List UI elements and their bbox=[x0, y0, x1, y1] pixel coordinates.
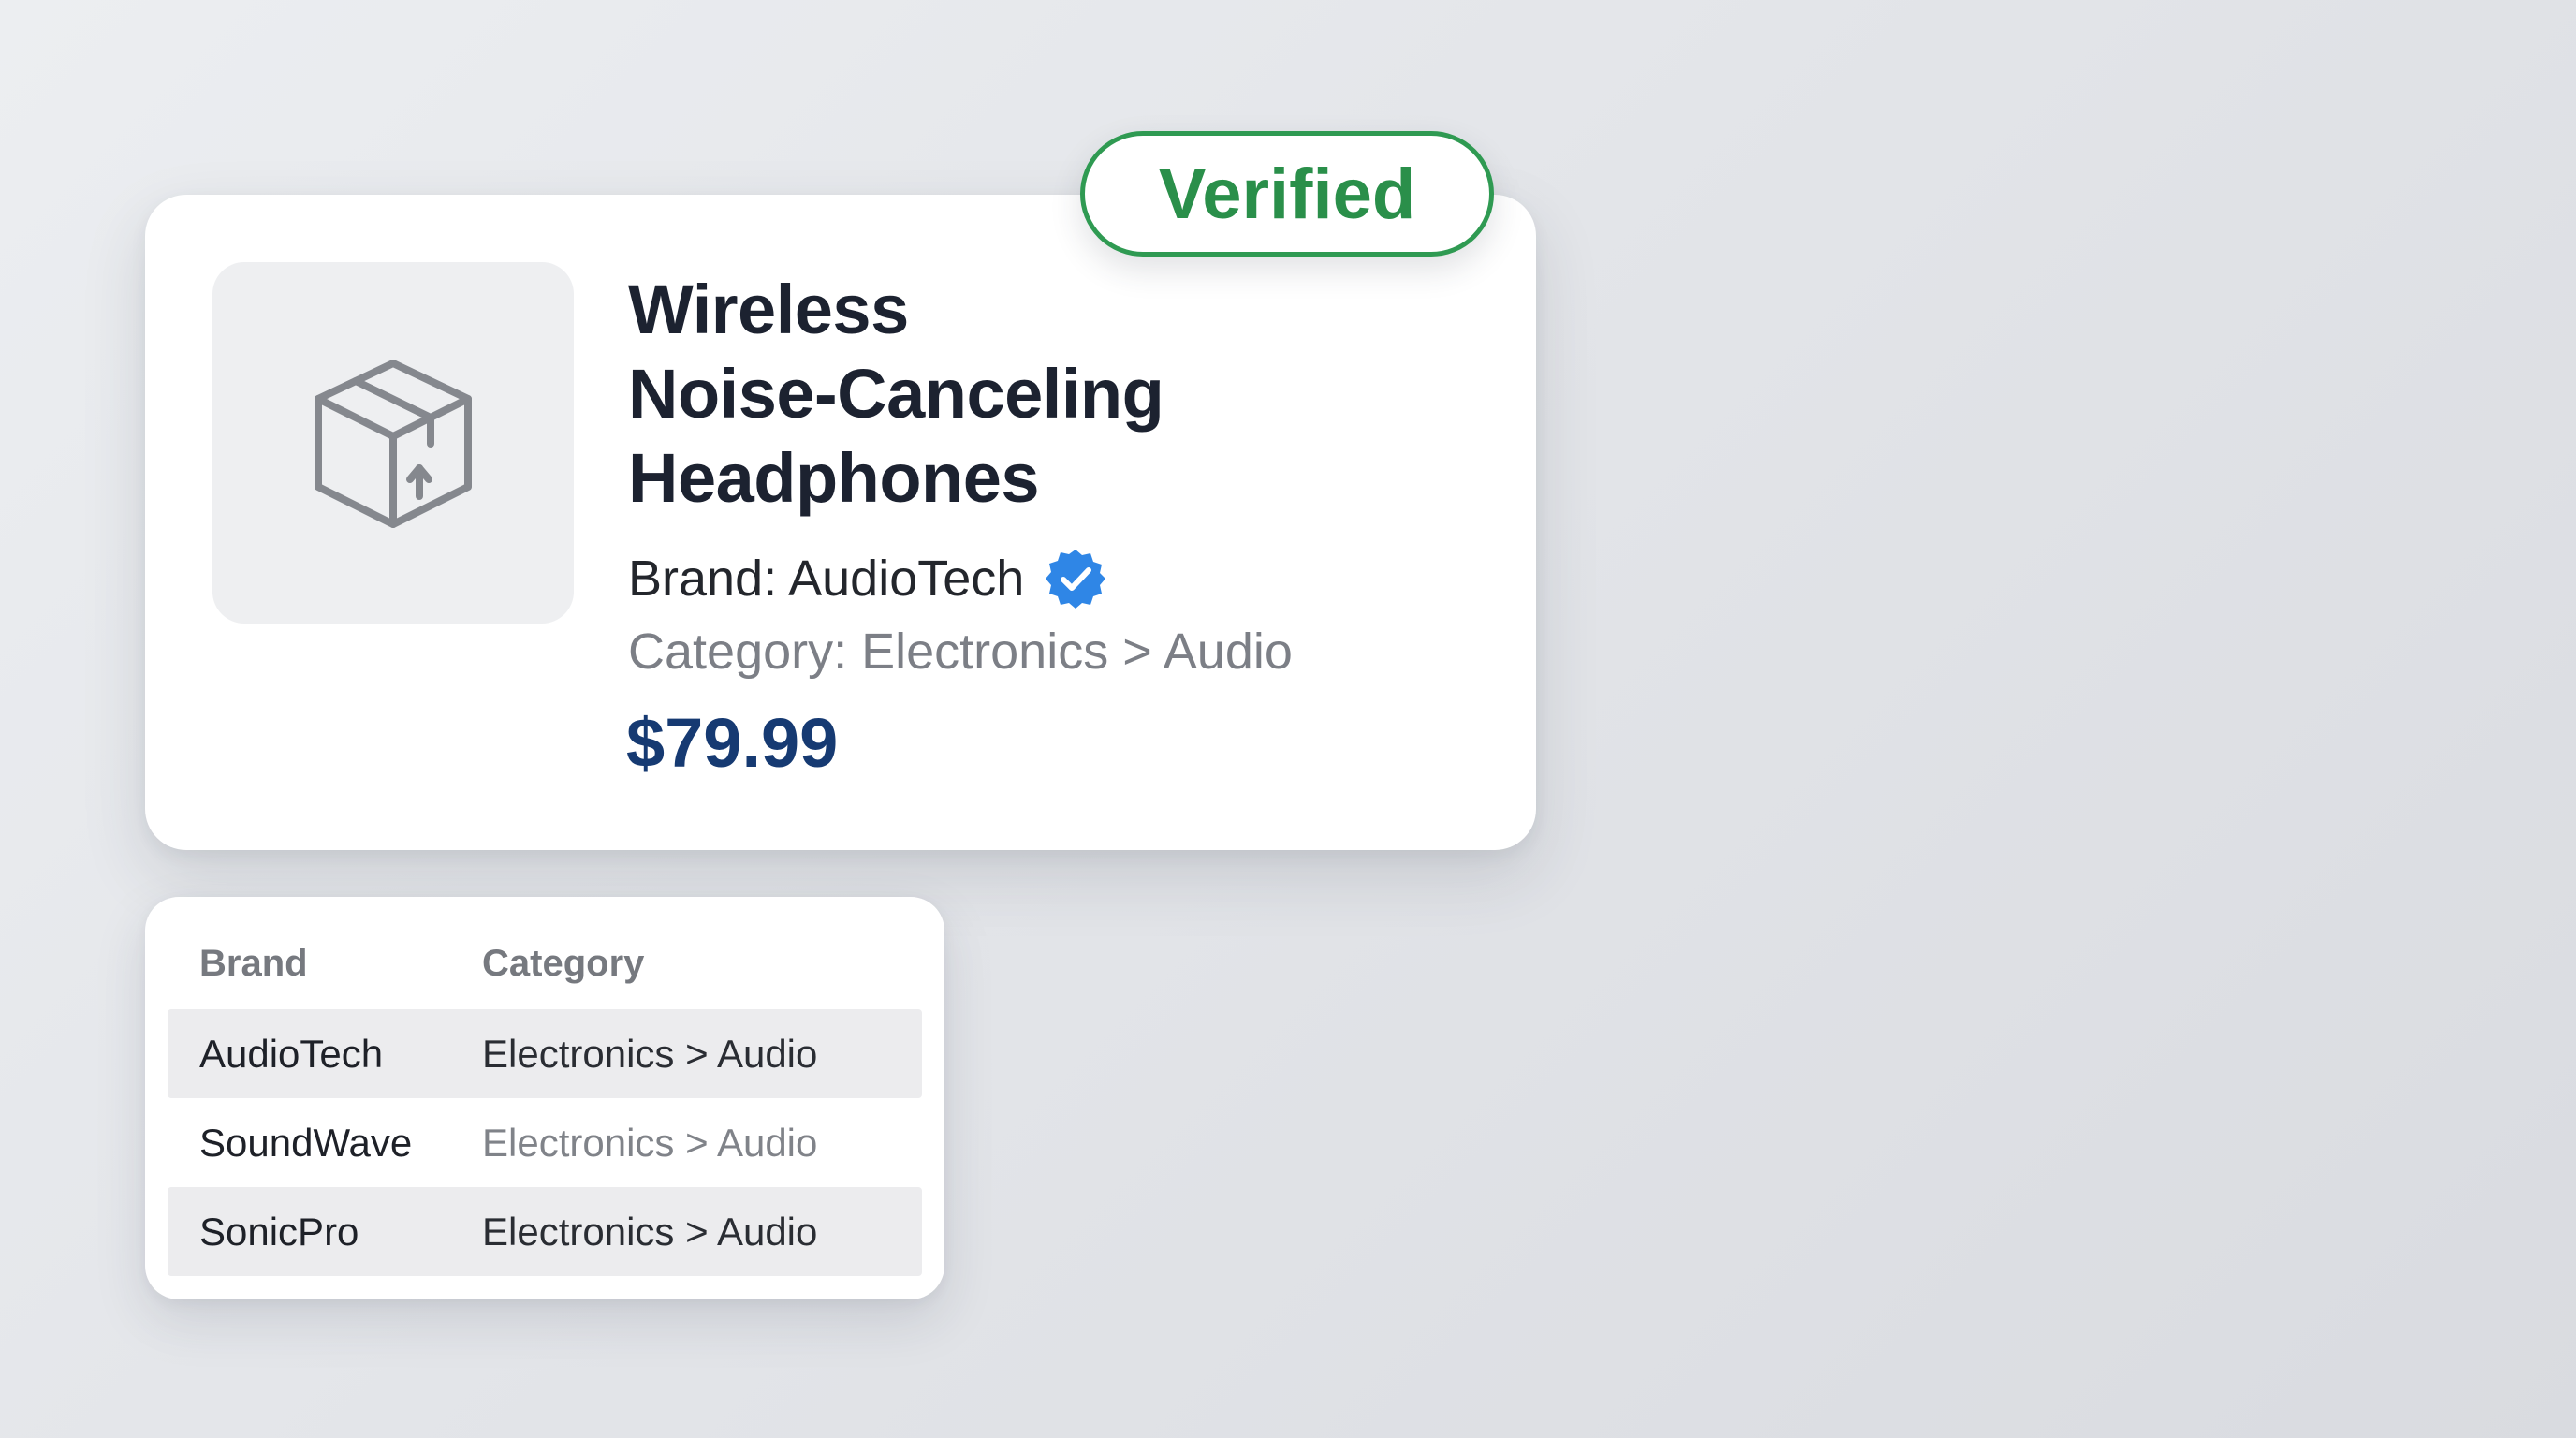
table-cell-category: Electronics > Audio bbox=[482, 1120, 818, 1165]
product-brand: Brand: AudioTech bbox=[628, 541, 1106, 616]
table-cell-category: Electronics > Audio bbox=[482, 1031, 818, 1076]
verified-badge: Verified bbox=[1080, 131, 1494, 257]
table-row[interactable]: SoundWave Electronics > Audio bbox=[168, 1098, 922, 1187]
product-title-line: Noise-Canceling bbox=[628, 355, 1164, 433]
product-image-placeholder bbox=[212, 262, 574, 624]
table-row[interactable]: AudioTech Electronics > Audio bbox=[168, 1009, 922, 1098]
verified-seal-icon bbox=[1046, 550, 1106, 609]
package-box-icon bbox=[315, 360, 472, 528]
table-cell-brand: SoundWave bbox=[199, 1120, 413, 1165]
product-price: $79.99 bbox=[626, 704, 839, 782]
column-header-category[interactable]: Category bbox=[482, 943, 922, 985]
product-title-line: Wireless bbox=[628, 271, 909, 348]
product-title-line: Headphones bbox=[628, 439, 1040, 517]
product-category: Category: Electronics > Audio bbox=[628, 624, 1293, 680]
product-card: Wireless Noise-Canceling Headphones Bran… bbox=[145, 195, 1536, 850]
product-title: Wireless Noise-Canceling Headphones bbox=[628, 268, 1339, 521]
table-cell-category: Electronics > Audio bbox=[482, 1209, 818, 1254]
column-header-brand[interactable]: Brand bbox=[168, 943, 482, 985]
table-cell-brand: AudioTech bbox=[199, 1031, 384, 1076]
brand-category-table: Brand Category AudioTech Electronics > A… bbox=[145, 897, 944, 1299]
table-row[interactable]: SonicPro Electronics > Audio bbox=[168, 1187, 922, 1276]
table-header: Brand Category bbox=[168, 897, 922, 1009]
product-brand-text: Brand: AudioTech bbox=[628, 550, 1025, 607]
table-cell-brand: SonicPro bbox=[199, 1209, 359, 1254]
